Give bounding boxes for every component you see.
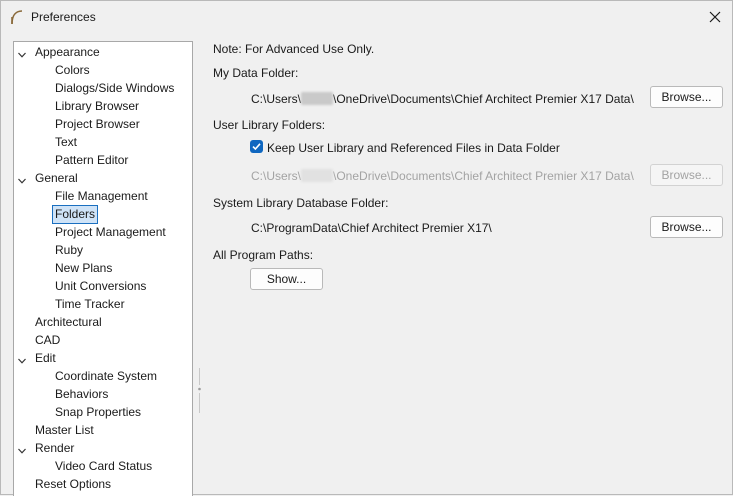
tree-item-label: Architectural [35,315,102,329]
chevron-down-icon[interactable] [17,173,27,184]
chevron-down-icon[interactable] [17,47,27,58]
tree-item-label: Colors [55,63,90,77]
tree-item-label: Dialogs/Side Windows [55,81,175,95]
my-data-folder-path: C:\Users\ \OneDrive\Documents\Chief Archi… [251,92,634,106]
tree-item-label: Render [35,441,75,455]
tree-item-colors[interactable]: Colors [53,61,92,79]
tree-item-label: Pattern Editor [55,153,129,167]
close-icon[interactable] [702,5,728,29]
tree-item-label: Reset Options [35,477,112,491]
tree-item-label: Time Tracker [55,297,125,311]
tree-item-label: Coordinate System [55,369,158,383]
tree-item-coordinate-system[interactable]: Coordinate System [53,367,159,385]
browse-user-library-button[interactable]: Browse... [650,164,723,186]
tree-item-label: Appearance [35,45,100,59]
show-paths-button[interactable]: Show... [250,268,323,290]
tree-item-label: Folders [51,205,99,224]
all-program-paths-label: All Program Paths: [213,248,314,262]
tree-item-label: Library Browser [55,99,140,113]
tree-item-label: Snap Properties [55,405,142,419]
tree-item-time-tracker[interactable]: Time Tracker [53,295,127,313]
chevron-down-icon[interactable] [17,353,27,364]
tree-item-label: CAD [35,333,61,347]
tree-item-library-browser[interactable]: Library Browser [53,97,141,115]
tree-item-render[interactable]: Render [18,439,76,457]
redacted-username [301,92,334,105]
user-library-path: C:\Users\ \OneDrive\Documents\Chief Archi… [251,169,634,183]
tree-item-label: Text [55,135,78,149]
tree-item-label: New Plans [55,261,113,275]
tree-item-behaviors[interactable]: Behaviors [53,385,110,403]
tree-item-label: Edit [35,351,56,365]
tree-item-video-card-status[interactable]: Video Card Status [53,457,154,475]
category-tree[interactable]: Appearance Colors Dialogs/Side Windows Libr… [13,41,193,496]
window-title: Preferences [31,10,96,24]
browse-system-library-button[interactable]: Browse... [650,216,723,238]
tree-item-edit[interactable]: Edit [18,349,58,367]
tree-item-master-list[interactable]: Master List [33,421,96,439]
tree-item-reset-options[interactable]: Reset Options [33,475,113,493]
tree-item-text[interactable]: Text [53,133,79,151]
tree-item-label: Project Browser [55,117,140,131]
chief-architect-logo-icon [10,9,24,25]
tree-item-cad[interactable]: CAD [33,331,62,349]
keep-user-library-label: Keep User Library and Referenced Files i… [267,141,560,155]
tree-item-label: Behaviors [55,387,109,401]
tree-item-label: Video Card Status [55,459,153,473]
tree-item-unit-conversions[interactable]: Unit Conversions [53,277,148,295]
user-library-folders-label: User Library Folders: [213,118,326,132]
tree-item-label: Unit Conversions [55,279,147,293]
tree-item-pattern-editor[interactable]: Pattern Editor [53,151,130,169]
system-library-path: C:\ProgramData\Chief Architect Premier X… [251,221,492,235]
tree-item-file-management[interactable]: File Management [53,187,150,205]
tree-item-architectural[interactable]: Architectural [33,313,104,331]
tree-item-label: Project Management [55,225,166,239]
tree-item-project-management[interactable]: Project Management [53,223,168,241]
preferences-window: Preferences Appearance Colors Dialogs/Side… [0,0,733,496]
tree-item-label: Master List [35,423,94,437]
tree-item-label: File Management [55,189,148,203]
tree-item-appearance[interactable]: Appearance [18,43,102,61]
tree-item-ruby[interactable]: Ruby [53,241,85,259]
redacted-username [301,169,334,182]
chevron-down-icon[interactable] [17,443,27,454]
tree-item-label: Ruby [55,243,84,257]
keep-user-library-checkbox[interactable] [250,140,263,153]
splitter-handle[interactable] [198,368,201,413]
tree-item-general[interactable]: General [18,169,80,187]
title-bar: Preferences [1,1,732,33]
note-text: Note: For Advanced Use Only. [213,42,375,56]
tree-item-folders[interactable]: Folders [51,205,99,224]
tree-item-new-plans[interactable]: New Plans [53,259,114,277]
my-data-folder-label: My Data Folder: [213,66,299,80]
tree-item-project-browser[interactable]: Project Browser [53,115,142,133]
tree-item-snap-properties[interactable]: Snap Properties [53,403,143,421]
browse-my-data-button[interactable]: Browse... [650,86,723,108]
tree-item-label: General [35,171,78,185]
tree-item-dialogs-side-windows[interactable]: Dialogs/Side Windows [53,79,176,97]
system-library-label: System Library Database Folder: [213,196,389,210]
